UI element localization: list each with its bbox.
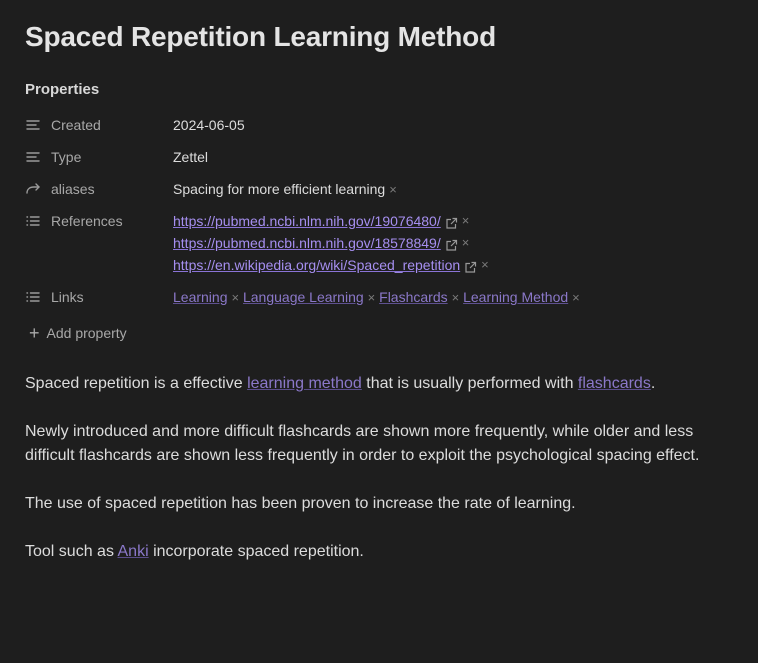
property-key-links[interactable]: Links	[25, 287, 173, 307]
property-key-label: Links	[51, 289, 84, 305]
reference-item: https://pubmed.ncbi.nlm.nih.gov/19076480…	[173, 211, 489, 231]
text-lines-icon	[25, 149, 41, 165]
internal-link-learning-method[interactable]: learning method	[247, 375, 362, 392]
list-icon	[25, 289, 41, 305]
property-key-label: Created	[51, 117, 101, 133]
property-key-aliases[interactable]: aliases	[25, 179, 173, 199]
text-segment: .	[650, 375, 656, 392]
property-key-label: Type	[51, 149, 82, 165]
reference-link[interactable]: https://pubmed.ncbi.nlm.nih.gov/18578849…	[173, 233, 441, 253]
plus-icon: +	[29, 323, 40, 343]
reference-item: https://en.wikipedia.org/wiki/Spaced_rep…	[173, 255, 489, 275]
property-key-references[interactable]: References	[25, 211, 173, 231]
link-chip-learning[interactable]: Learning	[173, 289, 228, 305]
list-icon	[25, 213, 41, 229]
properties-heading[interactable]: Properties	[25, 80, 99, 100]
paragraph-4: Tool such as Anki incorporate spaced rep…	[25, 540, 725, 564]
remove-reference-button[interactable]: ×	[481, 255, 489, 275]
link-chip-language-learning[interactable]: Language Learning	[243, 289, 364, 305]
remove-link-button[interactable]: ×	[572, 290, 580, 305]
text-lines-icon	[25, 117, 41, 133]
text-segment: Tool such as	[25, 543, 118, 560]
text-segment: that is usually performed with	[361, 375, 578, 392]
forward-arrow-icon	[25, 181, 41, 197]
external-link-icon[interactable]	[464, 259, 477, 273]
internal-link-anki[interactable]: Anki	[118, 543, 149, 560]
add-property-label: Add property	[46, 325, 127, 341]
links-list: Learning × Language Learning × Flashcards ×…	[173, 287, 580, 308]
text-segment: Spaced repetition is a effective	[25, 375, 248, 392]
remove-link-button[interactable]: ×	[368, 290, 376, 305]
property-key-label: aliases	[51, 181, 95, 197]
external-link-icon[interactable]	[445, 237, 458, 251]
type-value[interactable]: Zettel	[173, 147, 208, 167]
property-row-created: Created 2024-06-05	[25, 115, 245, 135]
alias-chip: Spacing for more efficient learning ×	[173, 179, 397, 200]
created-date-value[interactable]: 2024-06-05	[173, 115, 245, 135]
link-chip-flashcards[interactable]: Flashcards	[379, 289, 447, 305]
references-list: https://pubmed.ncbi.nlm.nih.gov/19076480…	[173, 211, 489, 277]
property-key-type[interactable]: Type	[25, 147, 173, 167]
add-property-button[interactable]: + Add property	[29, 323, 127, 343]
paragraph-3: The use of spaced repetition has been pr…	[25, 495, 576, 512]
paragraph-2: Newly introduced and more difficult flas…	[25, 423, 700, 464]
internal-link-flashcards[interactable]: flashcards	[578, 375, 651, 392]
link-chip-learning-method[interactable]: Learning Method	[463, 289, 568, 305]
property-row-references: References https://pubmed.ncbi.nlm.nih.g…	[25, 211, 489, 277]
alias-value[interactable]: Spacing for more efficient learning	[173, 181, 385, 197]
property-row-aliases: aliases Spacing for more efficient learn…	[25, 179, 397, 200]
page-title[interactable]: Spaced Repetition Learning Method	[25, 18, 496, 56]
paragraph-1: Spaced repetition is a effective learnin…	[25, 372, 725, 396]
external-link-icon[interactable]	[445, 215, 458, 229]
remove-alias-button[interactable]: ×	[389, 182, 397, 197]
text-segment: incorporate spaced repetition.	[148, 543, 364, 560]
property-row-type: Type Zettel	[25, 147, 208, 167]
remove-reference-button[interactable]: ×	[462, 233, 470, 253]
reference-item: https://pubmed.ncbi.nlm.nih.gov/18578849…	[173, 233, 489, 253]
reference-link[interactable]: https://en.wikipedia.org/wiki/Spaced_rep…	[173, 255, 460, 275]
property-key-label: References	[51, 213, 123, 229]
property-key-created[interactable]: Created	[25, 115, 173, 135]
remove-link-button[interactable]: ×	[452, 290, 460, 305]
remove-link-button[interactable]: ×	[232, 290, 240, 305]
remove-reference-button[interactable]: ×	[462, 211, 470, 231]
reference-link[interactable]: https://pubmed.ncbi.nlm.nih.gov/19076480…	[173, 211, 441, 231]
property-row-links: Links Learning × Language Learning × Flash…	[25, 287, 580, 308]
